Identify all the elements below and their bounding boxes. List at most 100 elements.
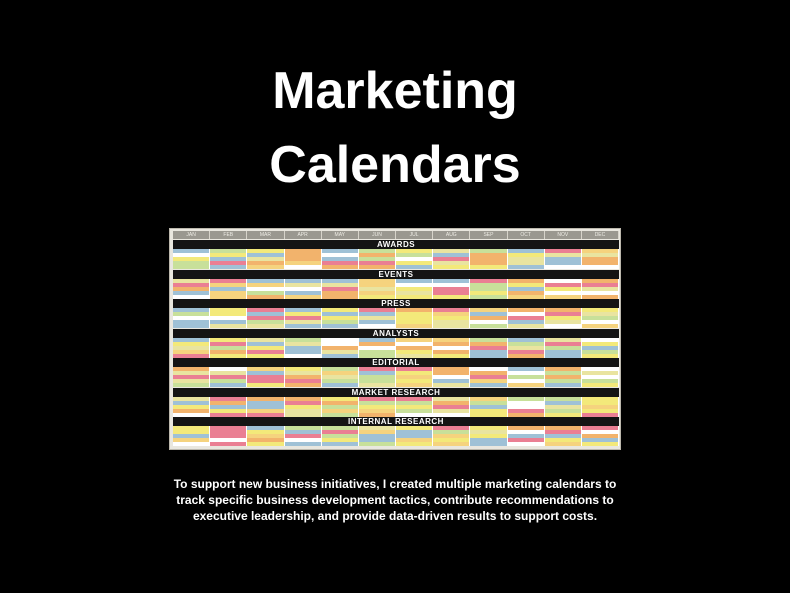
calendar-cell (210, 353, 248, 358)
calendar-cell (396, 294, 434, 299)
calendar-cell (470, 324, 508, 328)
month-header-oct: OCT (507, 231, 545, 239)
calendar-cell (507, 442, 545, 446)
calendar-cell (470, 383, 508, 387)
calendar-cell (210, 442, 248, 446)
calendar-cell (433, 383, 471, 387)
month-header-nov: NOV (544, 231, 582, 239)
calendar-cell (247, 353, 285, 358)
month-header-mar: MAR (247, 231, 285, 239)
calendar-cell (581, 294, 620, 299)
calendar-cell (247, 383, 285, 387)
calendar-cell (321, 324, 359, 328)
caption-line-2: track specific business development tact… (176, 493, 614, 507)
marketing-calendar-image: JAN FEB MAR APR MAY JUN JUL AUG SEP OCT NOV DEC AWA… (169, 228, 621, 450)
calendar-cell (358, 265, 397, 269)
section-bar-press: PRESS (173, 299, 619, 308)
calendar-cell (581, 412, 620, 417)
calendar-cell (433, 324, 471, 328)
calendar-cell (470, 412, 508, 417)
month-header-row: JAN FEB MAR APR MAY JUN JUL AUG SEP OCT NOV DEC (173, 231, 620, 239)
calendar-cell (284, 294, 322, 299)
calendar-cell (247, 442, 285, 446)
calendar-cell (470, 442, 508, 446)
calendar-cell (173, 294, 211, 299)
calendar-cell (433, 412, 471, 417)
calendar-cell (284, 353, 322, 358)
calendar-cell (544, 265, 582, 269)
calendar-cell (247, 324, 285, 328)
calendar-row (173, 412, 620, 417)
calendar-row (173, 324, 620, 328)
calendar-cell (284, 383, 322, 387)
calendar-cell (321, 294, 359, 299)
slide: { "title": { "line1": "Marketing", "line… (0, 0, 790, 593)
calendar-cell (173, 442, 211, 446)
calendar-cell (358, 294, 397, 299)
calendar-cell (284, 412, 322, 417)
calendar-cell (358, 412, 397, 417)
caption: To support new business initiatives, I c… (0, 476, 790, 524)
calendar-cell (284, 442, 322, 446)
calendar-cell (396, 383, 434, 387)
calendar-cell (396, 324, 434, 328)
section-bar-awards: AWARDS (173, 240, 619, 249)
calendar-cell (210, 324, 248, 328)
calendar-cell (358, 442, 397, 446)
calendar-cell (321, 353, 359, 358)
month-header-jan: JAN (173, 231, 211, 239)
calendar-cell (321, 442, 359, 446)
calendar-cell (507, 383, 545, 387)
month-header-apr: APR (284, 231, 322, 239)
calendar-cell (470, 265, 508, 269)
calendar-cell (433, 442, 471, 446)
month-header-dec: DEC (581, 231, 620, 239)
calendar-cell (544, 442, 582, 446)
calendar-grid: AWARDS EVENTS PRESS ANALYSTS EDITORIAL MARKET… (173, 240, 620, 447)
calendar-cell (470, 353, 508, 358)
calendar-cell (210, 294, 248, 299)
calendar-cell (581, 324, 620, 328)
month-header-jun: JUN (358, 231, 397, 239)
calendar-cell (507, 412, 545, 417)
calendar-cell (173, 383, 211, 387)
section-bar-analysts: ANALYSTS (173, 328, 619, 338)
slide-title-line-1: Marketing (272, 62, 518, 120)
calendar-cell (544, 383, 582, 387)
month-header-feb: FEB (210, 231, 248, 239)
section-bar-market-research: MARKET RESEARCH (173, 387, 619, 397)
calendar-cell (396, 442, 434, 446)
calendar-cell (433, 353, 471, 358)
slide-title: Marketing Calendars (0, 54, 790, 202)
calendar-cell (358, 324, 397, 328)
calendar-cell (581, 353, 620, 358)
calendar-cell (544, 412, 582, 417)
calendar-cell (581, 442, 620, 446)
calendar-cell (173, 353, 211, 358)
calendar-cell (173, 265, 211, 269)
calendar-cell (507, 353, 545, 358)
calendar-cell (173, 324, 211, 328)
calendar-cell (581, 265, 620, 269)
calendar-cell (544, 353, 582, 358)
calendar-cell (284, 265, 322, 269)
calendar-cell (321, 412, 359, 417)
calendar-cell (507, 265, 545, 269)
calendar-cell (433, 265, 471, 269)
calendar-cell (507, 294, 545, 299)
calendar-cell (396, 353, 434, 358)
calendar-cell (581, 383, 620, 387)
calendar-row (173, 383, 620, 387)
slide-title-line-2: Calendars (269, 136, 521, 194)
calendar-cell (544, 294, 582, 299)
calendar-row (173, 265, 620, 269)
month-header-jul: JUL (396, 231, 434, 239)
calendar-cell (321, 265, 359, 269)
calendar-cell (396, 412, 434, 417)
calendar-cell (433, 294, 471, 299)
calendar-row (173, 442, 620, 446)
calendar-cell (247, 412, 285, 417)
section-bar-events: EVENTS (173, 269, 619, 279)
calendar-cell (284, 324, 322, 328)
section-bar-editorial: EDITORIAL (173, 358, 619, 367)
